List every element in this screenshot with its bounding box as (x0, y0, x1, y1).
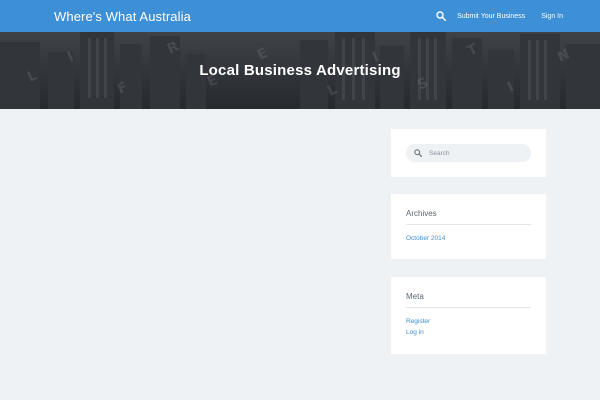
meta-widget: Meta Register Log in (391, 277, 546, 354)
divider (406, 224, 531, 225)
page-title: Local Business Advertising (199, 62, 401, 79)
meta-title: Meta (406, 292, 424, 301)
log-in-link[interactable]: Log in (406, 329, 424, 336)
search-field[interactable] (406, 144, 531, 162)
archives-title: Archives (406, 209, 437, 218)
hero-banner: L I F R E E L I S T I N Local Business A… (0, 32, 600, 109)
search-input[interactable] (429, 149, 529, 157)
nav-sign-in[interactable]: Sign In (541, 13, 563, 20)
search-widget (391, 129, 546, 177)
register-link[interactable]: Register (406, 318, 430, 325)
site-brand[interactable]: Where's What Australia (54, 9, 191, 24)
archives-widget: Archives October 2014 (391, 194, 546, 259)
search-icon[interactable] (434, 9, 448, 23)
site-header: Where's What Australia Submit Your Busin… (0, 0, 600, 32)
nav-submit-business[interactable]: Submit Your Business (457, 13, 525, 20)
archive-link-october-2014[interactable]: October 2014 (406, 235, 445, 242)
divider (406, 307, 531, 308)
search-icon (414, 149, 422, 157)
main-nav: Submit Your Business Sign In (434, 9, 563, 23)
